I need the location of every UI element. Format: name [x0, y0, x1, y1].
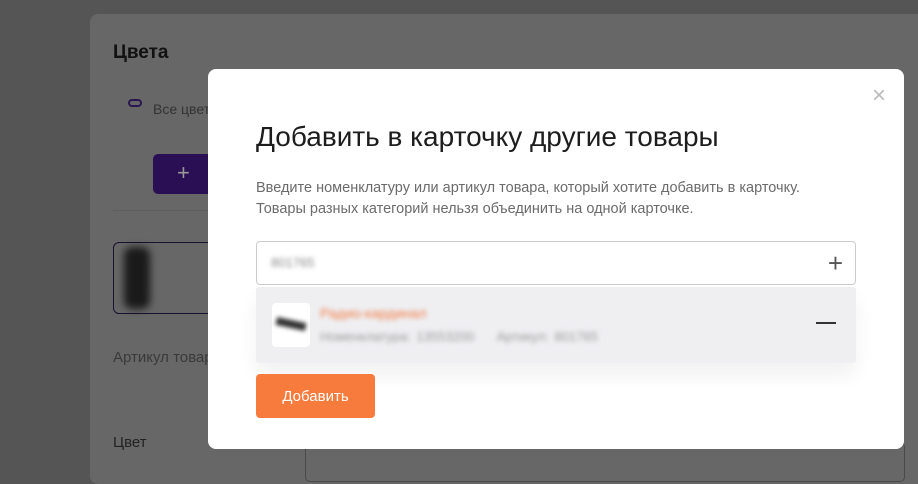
product-meta: Номенклатура: 13553200 Артикул: 801765: [320, 329, 598, 344]
article-label: Артикул товара: [113, 349, 213, 366]
search-result-item[interactable]: Радио-кардинал Номенклатура: 13553200 Ар…: [256, 287, 856, 363]
search-input-value: 801765: [271, 255, 315, 270]
divider: [113, 210, 223, 211]
product-name: Радио-кардинал: [320, 305, 427, 321]
product-thumbnail[interactable]: [113, 242, 223, 314]
add-button[interactable]: Добавить: [256, 374, 375, 418]
close-icon[interactable]: ×: [872, 84, 886, 108]
search-input[interactable]: 801765 +: [256, 241, 856, 285]
product-article: Артикул: 801765: [496, 329, 598, 344]
product-nomenclature: Номенклатура: 13553200: [320, 329, 475, 344]
product-image: [272, 303, 310, 347]
section-title: Цвета: [113, 42, 169, 63]
product-image: [124, 247, 150, 309]
add-products-modal: × Добавить в карточку другие товары Введ…: [208, 69, 904, 449]
modal-description: Введите номенклатуру или артикул товара,…: [256, 180, 800, 217]
plus-icon[interactable]: +: [828, 248, 843, 279]
remove-icon[interactable]: [816, 322, 836, 324]
link-icon: [128, 99, 142, 107]
color-label: Цвет: [113, 434, 147, 451]
link-text: Все цвета доступны товарам: [153, 101, 213, 117]
modal-title: Добавить в карточку другие товары: [256, 121, 719, 152]
